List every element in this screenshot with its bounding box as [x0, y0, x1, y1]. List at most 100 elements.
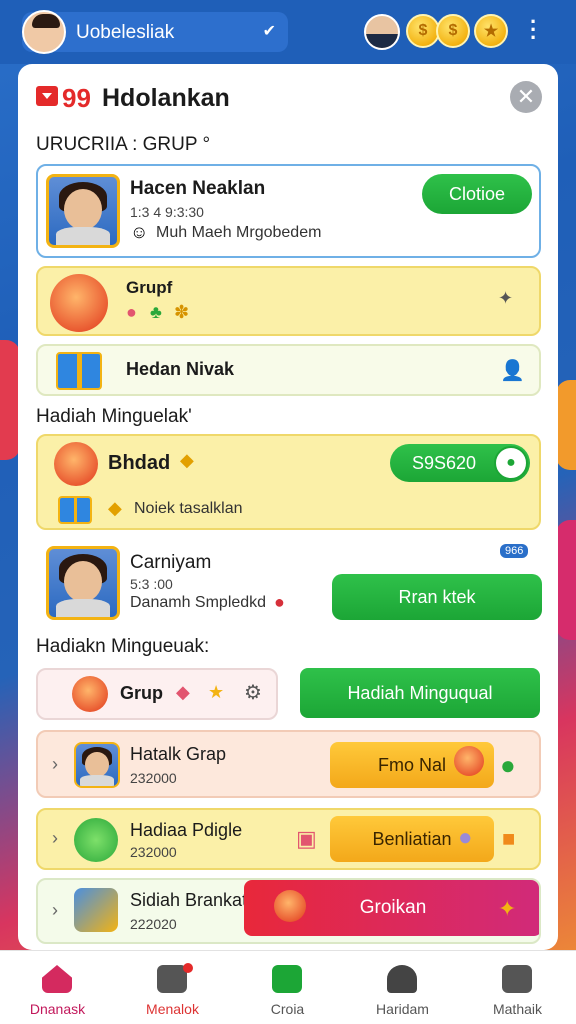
bhdad-row-name: Bhdad [108, 452, 171, 474]
candy-icon: ◆ [108, 498, 122, 518]
chart-icon [272, 965, 302, 993]
bhdad-row-description: Noiek tasalklan [134, 500, 243, 517]
dragon-icon [74, 818, 118, 862]
member-row[interactable]: Carniyam 5:3 :00 Danamh Smpledkd ● 966 R… [36, 540, 542, 624]
member-photo [74, 742, 120, 788]
section-label-hadiah: Hadiah Minguelak' [36, 406, 192, 427]
list-item[interactable]: › Hatalk Grap 232000 Fmo Nal ● [36, 730, 541, 798]
list-item-name: Hatalk Grap [130, 744, 227, 764]
grup-chip-name: Grup [120, 683, 163, 703]
grup-row-name: Grupf [126, 278, 173, 297]
score-value: S9S620 [412, 452, 477, 473]
background-decoration-right [556, 380, 576, 470]
grup-row[interactable]: Grupf ● ♣ ✽ ✦ [36, 266, 541, 336]
list-item-name: Hadiaa Pdigle [130, 820, 243, 840]
grup-chip[interactable]: Grup ◆ ★ ⚙ [36, 668, 278, 720]
card-title: Hdolankan [102, 84, 230, 112]
fox-mascot-icon [54, 442, 98, 486]
member-name: Hacen Neaklan [130, 178, 266, 199]
person-icon [387, 965, 417, 993]
count-badge: 966 [500, 544, 529, 558]
home-icon [42, 965, 72, 993]
nav-label: Mathaik [492, 1001, 543, 1017]
cat-icon: ★ [208, 682, 225, 702]
list-item-value: 222020 [130, 916, 177, 932]
fox-mascot-icon [72, 676, 108, 712]
user-profile-pill[interactable]: Uobelesliak ✔ [22, 10, 288, 54]
nav-label: Croia [270, 1001, 305, 1017]
coin-icon[interactable]: $ [406, 14, 440, 48]
username: Uobelesliak [76, 22, 175, 43]
settings-icon[interactable]: ⚙ [244, 680, 262, 705]
coin-icon[interactable]: $ [436, 14, 470, 48]
fox-mascot-icon [50, 274, 108, 332]
basket-icon: ● [500, 750, 516, 780]
more-options-icon[interactable]: · · · [530, 11, 537, 49]
pig-icon: ● [126, 302, 137, 322]
chest-icon: ■ [502, 826, 516, 851]
featured-member-row[interactable]: Hacen Neaklan 1:3 4 9:3:30 ☺ Muh Maeh Mr… [36, 164, 541, 258]
gift-box-icon [56, 352, 102, 390]
nav-item-home[interactable]: Dnanask [0, 951, 115, 1024]
cat-mascot-icon [454, 746, 484, 776]
star-game-icon [74, 888, 118, 932]
fan-icon: ◆ [176, 682, 190, 702]
list-item[interactable]: › Sidiah Brankat 222020 Groikan ✦ [36, 878, 541, 944]
list-item-value: 232000 [130, 770, 177, 786]
nav-item-create[interactable]: Croia [230, 951, 345, 1024]
chevron-right-icon[interactable]: › [52, 900, 58, 921]
list-item[interactable]: › Hadiaa Pdigle 232000 ▣ Benliatian ● ■ [36, 808, 541, 870]
menu-icon [502, 965, 532, 993]
nav-item-menu[interactable]: Menalok [115, 951, 230, 1024]
friend-avatar[interactable] [364, 14, 400, 50]
candy-icon: ◆ [180, 450, 194, 470]
member-photo [46, 174, 120, 248]
gift-box-icon [58, 496, 92, 524]
list-item-value: 232000 [130, 844, 177, 860]
hadiah-row[interactable]: Hedan Nivak 👤 [36, 344, 541, 396]
chat-icon[interactable]: ● [494, 446, 528, 480]
gift-icon: ✦ [498, 896, 517, 921]
brand-logo-icon [36, 86, 58, 106]
bhdad-row[interactable]: Bhdad ◆ S9S620 ● ◆ Noiek tasalklan [36, 434, 541, 530]
main-card: 99 Hdolankan ✕ URUCRIIA : GRUP ° Hacen N… [18, 64, 558, 950]
member-description: Muh Maeh Mrgobedem [156, 224, 322, 241]
card-icon: ▣ [296, 826, 317, 851]
person-icon[interactable]: 👤 [500, 358, 525, 383]
clover-icon: ♣ [150, 302, 162, 322]
member-description: Danamh Smpledkd [130, 594, 267, 611]
nav-label: Haridam [376, 1001, 429, 1017]
ball-icon: ● [274, 592, 285, 612]
close-button[interactable]: ✕ [510, 81, 542, 113]
fox-mascot-icon [274, 890, 306, 922]
hadiah-row-name: Hedan Nivak [126, 359, 235, 379]
nav-item-more[interactable]: Mathaik [460, 951, 575, 1024]
claim-button[interactable]: Clotioe [422, 174, 532, 214]
user-avatar[interactable] [22, 10, 66, 54]
section-label-hadiakn: Hadiakn Mingueuak: [36, 636, 210, 657]
ghost-icon: ● [458, 824, 473, 851]
smile-emoji-icon: ☺ [130, 222, 149, 242]
chevron-right-icon[interactable]: › [52, 754, 58, 775]
section-label-grup: URUCRIIA : GRUP ° [36, 134, 211, 155]
background-decoration-left [0, 340, 20, 460]
list-item-name: Sidiah Brankat [130, 890, 248, 910]
verified-icon[interactable]: ✔ [263, 21, 276, 41]
member-name: Carniyam [130, 552, 212, 573]
chevron-right-icon[interactable]: › [52, 828, 58, 849]
nav-item-friends[interactable]: Haridam [345, 951, 460, 1024]
nav-label: Dnanask [29, 1001, 86, 1017]
cat-icon[interactable]: ✦ [498, 288, 513, 309]
hadiah-big-button[interactable]: Hadiah Minguqual [300, 668, 540, 718]
brand-number: 99 [62, 83, 91, 113]
member-time: 1:3 4 9:3:30 [130, 204, 204, 220]
leaf-icon: ✽ [174, 302, 190, 322]
top-bar: Uobelesliak ✔ $ $ ★ · · · [0, 0, 576, 64]
star-coin-icon[interactable]: ★ [474, 14, 508, 48]
nav-label: Menalok [146, 1001, 199, 1017]
member-photo [46, 546, 120, 620]
action-button[interactable]: Rran ktek [332, 574, 542, 620]
background-decoration-right-lower [556, 520, 576, 640]
member-time: 5:3 :00 [130, 576, 173, 592]
bottom-navigation: Dnanask Menalok Croia Haridam Mathaik [0, 950, 576, 1024]
